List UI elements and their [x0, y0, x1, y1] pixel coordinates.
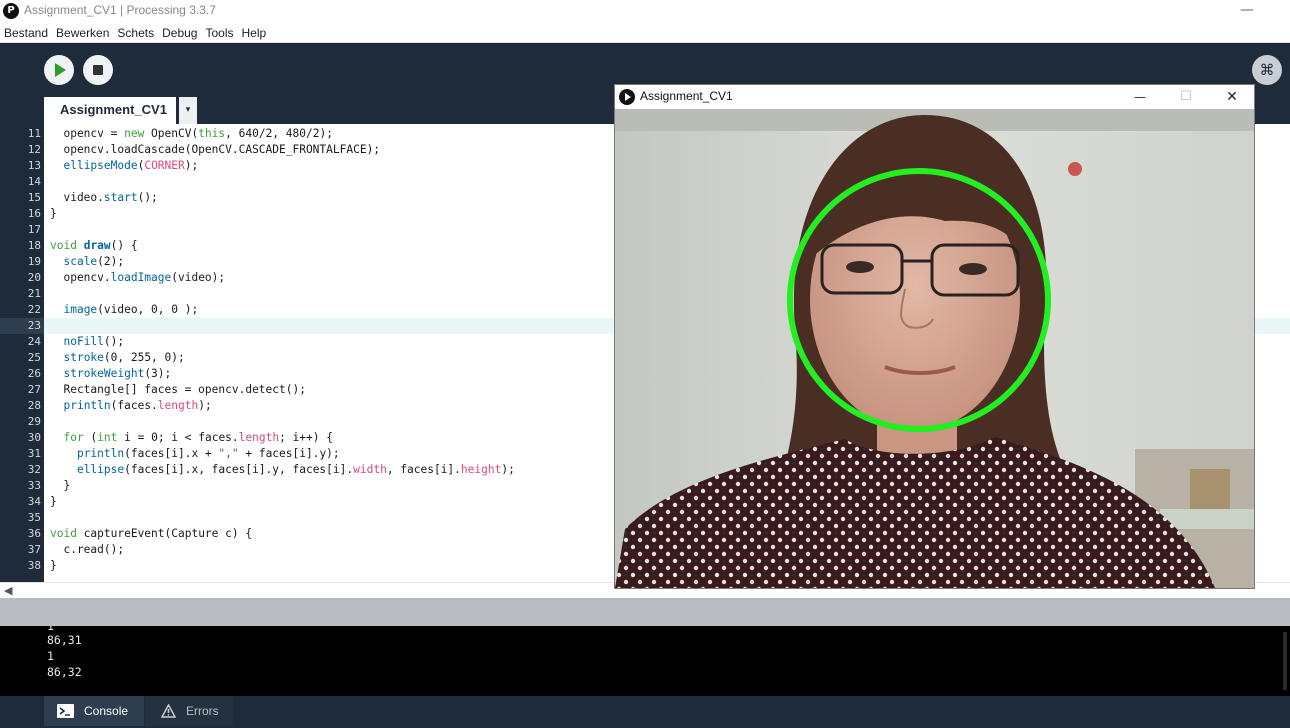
code-line[interactable]: }: [50, 478, 70, 494]
code-line[interactable]: opencv.loadImage(video);: [50, 270, 225, 286]
line-number: 29: [27, 415, 41, 428]
console-output: 1 86,31 1 86,32: [0, 626, 1290, 696]
code-line[interactable]: stroke(0, 255, 0);: [50, 350, 184, 366]
menu-tools[interactable]: Tools: [201, 23, 237, 40]
code-line[interactable]: image(video, 0, 0 );: [50, 302, 198, 318]
line-number: 25: [27, 351, 41, 364]
scroll-left-icon[interactable]: ◀: [4, 584, 12, 597]
console-line: 1: [47, 649, 54, 663]
code-line[interactable]: ellipse(faces[i].x, faces[i].y, faces[i]…: [50, 462, 515, 478]
warning-icon: [161, 704, 176, 718]
bottom-tab-bar: Console Errors: [0, 696, 1290, 728]
minimize-button[interactable]: —: [1240, 2, 1254, 18]
line-number: 13: [27, 159, 41, 172]
chevron-down-icon: ▾: [185, 105, 191, 115]
console-icon: [57, 704, 74, 718]
line-number-gutter: 11 12 13 14 15 16 17 18 19 20 21 22 23 24 25 26 27 28 29 30…: [0, 124, 44, 582]
code-line[interactable]: }: [50, 558, 57, 574]
line-number: 14: [27, 175, 41, 188]
line-number: 30: [27, 431, 41, 444]
tab-label: Assignment_CV1: [60, 102, 167, 117]
run-button[interactable]: [44, 55, 74, 85]
line-number: 33: [27, 479, 41, 492]
code-line[interactable]: c.read();: [50, 542, 124, 558]
code-line[interactable]: void captureEvent(Capture c) {: [50, 526, 252, 542]
code-line[interactable]: noFill();: [50, 334, 124, 350]
sketch-close-button[interactable]: ✕: [1209, 85, 1255, 109]
menu-help[interactable]: Help: [238, 23, 271, 40]
menu-bestand[interactable]: Bestand: [0, 23, 52, 40]
play-icon: [55, 63, 66, 77]
line-number: 36: [27, 527, 41, 540]
tab-console[interactable]: Console: [44, 696, 144, 726]
line-number: 37: [27, 543, 41, 556]
line-number: 28: [27, 399, 41, 412]
line-number: 24: [27, 335, 41, 348]
menu-bar: Bestand Bewerken Schets Debug Tools Help: [0, 22, 1290, 43]
line-number: 17: [27, 223, 41, 236]
tab-errors-label: Errors: [186, 704, 219, 718]
code-line[interactable]: ellipseMode(CORNER);: [50, 158, 198, 174]
tab-menu-button[interactable]: ▾: [179, 97, 197, 124]
line-number: 15: [27, 191, 41, 204]
sketch-window: Assignment_CV1 — ☐ ✕: [614, 84, 1255, 589]
menu-schets[interactable]: Schets: [113, 23, 158, 40]
sketch-maximize-button[interactable]: ☐: [1163, 85, 1209, 109]
line-number: 11: [27, 127, 41, 140]
code-line[interactable]: }: [50, 206, 57, 222]
line-number: 31: [27, 447, 41, 460]
code-line[interactable]: scale(2);: [50, 254, 124, 270]
console-divider[interactable]: [0, 598, 1290, 626]
processing-play-icon: [619, 89, 635, 105]
code-line[interactable]: println(faces[i].x + "," + faces[i].y);: [50, 446, 340, 462]
line-number: 32: [27, 463, 41, 476]
menu-debug[interactable]: Debug: [158, 23, 201, 40]
butterfly-debug-icon: ⌘: [1259, 61, 1275, 79]
line-number: 12: [27, 143, 41, 156]
console-line: 86,31: [47, 633, 82, 647]
console-line: 86,32: [47, 665, 82, 679]
title-bar: P Assignment_CV1 | Processing 3.3.7 —: [0, 0, 1290, 22]
line-number: 26: [27, 367, 41, 380]
tab-errors[interactable]: Errors: [145, 696, 233, 726]
line-number: 20: [27, 271, 41, 284]
tab-console-label: Console: [84, 704, 129, 718]
code-line[interactable]: opencv.loadCascade(OpenCV.CASCADE_FRONTA…: [50, 142, 380, 158]
processing-logo-icon: P: [3, 3, 19, 19]
line-number: 19: [27, 255, 41, 268]
window-title: Assignment_CV1 | Processing 3.3.7: [24, 3, 216, 17]
code-line[interactable]: Rectangle[] faces = opencv.detect();: [50, 382, 305, 398]
line-number: 21: [27, 287, 41, 300]
sketch-minimize-button[interactable]: —: [1117, 85, 1163, 109]
code-line[interactable]: println(faces.length);: [50, 398, 211, 414]
line-number: 35: [27, 511, 41, 524]
console-scrollbar[interactable]: [1280, 632, 1290, 690]
code-line[interactable]: for (int i = 0; i < faces.length; i++) {: [50, 430, 332, 446]
line-number: 23: [27, 319, 41, 332]
webcam-feed-image: [615, 109, 1254, 588]
stop-icon: [93, 65, 103, 75]
line-number: 38: [27, 559, 41, 572]
code-line[interactable]: void draw() {: [50, 238, 138, 254]
menu-bewerken[interactable]: Bewerken: [52, 23, 113, 40]
stop-button[interactable]: [83, 55, 113, 85]
line-number: 18: [27, 239, 41, 252]
line-number: 22: [27, 303, 41, 316]
webcam-canvas: [615, 109, 1254, 588]
line-number: 27: [27, 383, 41, 396]
sketch-window-title: Assignment_CV1: [640, 89, 733, 103]
code-line[interactable]: }: [50, 494, 57, 510]
line-number: 16: [27, 207, 41, 220]
code-line[interactable]: strokeWeight(3);: [50, 366, 171, 382]
sketch-title-bar: Assignment_CV1 — ☐ ✕: [615, 85, 1254, 109]
code-line[interactable]: opencv = new OpenCV(this, 640/2, 480/2);: [50, 126, 332, 142]
line-number: 34: [27, 495, 41, 508]
tab-assignment-cv1[interactable]: Assignment_CV1: [44, 97, 176, 124]
code-line[interactable]: video.start();: [50, 190, 157, 206]
debug-mode-button[interactable]: ⌘: [1252, 55, 1282, 85]
